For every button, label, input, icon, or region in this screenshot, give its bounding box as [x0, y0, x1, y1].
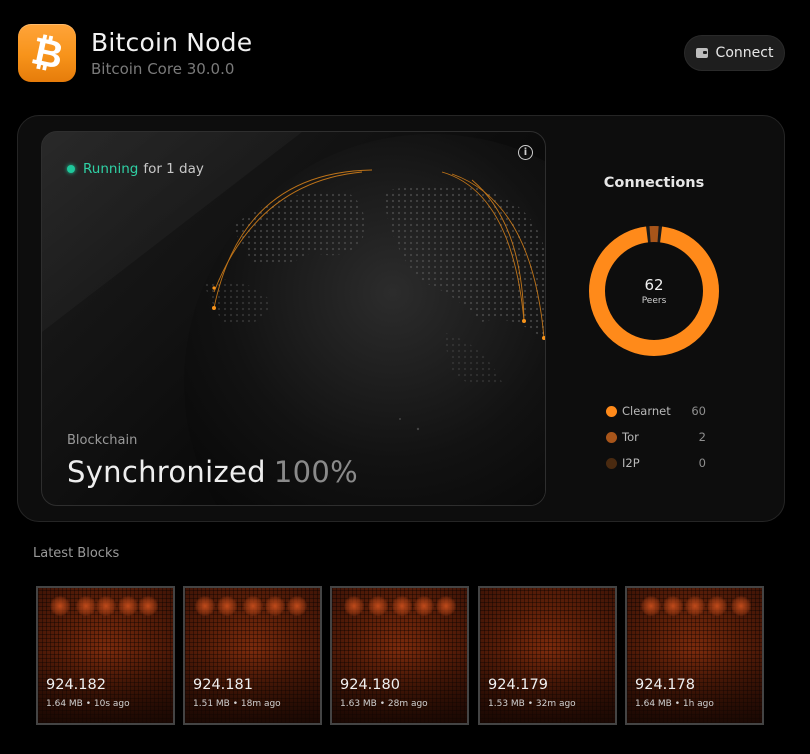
- sync-percent: 100%: [273, 455, 358, 489]
- peer-summary: 62 Peers: [604, 276, 704, 306]
- uptime-label: for 1 day: [143, 161, 204, 177]
- legend-item-i2p: I2P 0: [606, 450, 706, 476]
- blockchain-label: Blockchain: [67, 433, 138, 448]
- block-height: 924.179: [488, 677, 548, 693]
- block-meta: 1.64 MB • 1h ago: [635, 699, 714, 709]
- block-texture: [96, 596, 116, 616]
- peer-count: 62: [644, 276, 664, 294]
- block-texture: [50, 596, 70, 616]
- block-texture: [265, 596, 285, 616]
- legend-label: Tor: [622, 430, 639, 444]
- node-status-card: Running for 1 day i Blockchain Synchroni…: [41, 131, 546, 506]
- info-icon[interactable]: i: [518, 145, 533, 160]
- legend-color-dot: [606, 431, 617, 443]
- block-height: 924.178: [635, 677, 695, 693]
- globe-illustration: [42, 132, 545, 505]
- block-tile[interactable]: 924.182 1.64 MB • 10s ago: [36, 586, 175, 725]
- block-tile[interactable]: 924.179 1.53 MB • 32m ago: [478, 586, 617, 725]
- connect-button[interactable]: Connect: [684, 35, 785, 71]
- legend-value: 2: [698, 430, 706, 444]
- block-texture: [641, 596, 661, 616]
- app-version: Bitcoin Core 30.0.0: [91, 60, 235, 78]
- status-label: Running: [83, 161, 139, 177]
- block-texture: [707, 596, 727, 616]
- connections-legend: Clearnet 60 Tor 2 I2P 0: [606, 398, 706, 476]
- connect-button-label: Connect: [715, 45, 774, 61]
- legend-label: I2P: [622, 456, 640, 470]
- block-texture: [344, 596, 364, 616]
- block-texture: [436, 596, 456, 616]
- block-texture: [287, 596, 307, 616]
- block-height: 924.180: [340, 677, 400, 693]
- block-meta: 1.53 MB • 32m ago: [488, 699, 576, 709]
- block-tile[interactable]: 924.180 1.63 MB • 28m ago: [330, 586, 469, 725]
- block-texture: [217, 596, 237, 616]
- peer-count-label: Peers: [641, 296, 667, 306]
- block-meta: 1.63 MB • 28m ago: [340, 699, 428, 709]
- block-texture: [663, 596, 683, 616]
- legend-color-dot: [606, 457, 617, 469]
- wallet-icon: [695, 48, 708, 58]
- block-texture: [76, 596, 96, 616]
- block-texture: [138, 596, 158, 616]
- app-title: Bitcoin Node: [91, 28, 253, 57]
- legend-value: 60: [691, 404, 706, 418]
- sync-state: Synchronized: [67, 455, 266, 489]
- connections-title: Connections: [603, 175, 705, 191]
- block-texture: [685, 596, 705, 616]
- block-tile[interactable]: 924.178 1.64 MB • 1h ago: [625, 586, 764, 725]
- sync-status: Synchronized 100%: [67, 455, 358, 489]
- status-indicator-dot: [67, 165, 75, 173]
- block-texture: [731, 596, 751, 616]
- block-meta: 1.51 MB • 18m ago: [193, 699, 281, 709]
- bitcoin-icon: ₿: [27, 28, 67, 78]
- node-status: Running for 1 day: [67, 161, 204, 177]
- block-meta: 1.64 MB • 10s ago: [46, 699, 130, 709]
- legend-value: 0: [698, 456, 706, 470]
- block-texture: [243, 596, 263, 616]
- block-texture: [118, 596, 138, 616]
- block-height: 924.182: [46, 677, 106, 693]
- bitcoin-app-icon: ₿: [18, 24, 76, 82]
- legend-item-clearnet: Clearnet 60: [606, 398, 706, 424]
- block-texture: [368, 596, 388, 616]
- block-texture: [392, 596, 412, 616]
- legend-color-dot: [606, 405, 617, 417]
- block-texture: [414, 596, 434, 616]
- legend-item-tor: Tor 2: [606, 424, 706, 450]
- legend-label: Clearnet: [622, 404, 671, 418]
- latest-blocks-title: Latest Blocks: [33, 546, 120, 561]
- block-height: 924.181: [193, 677, 253, 693]
- block-texture: [195, 596, 215, 616]
- block-tile[interactable]: 924.181 1.51 MB • 18m ago: [183, 586, 322, 725]
